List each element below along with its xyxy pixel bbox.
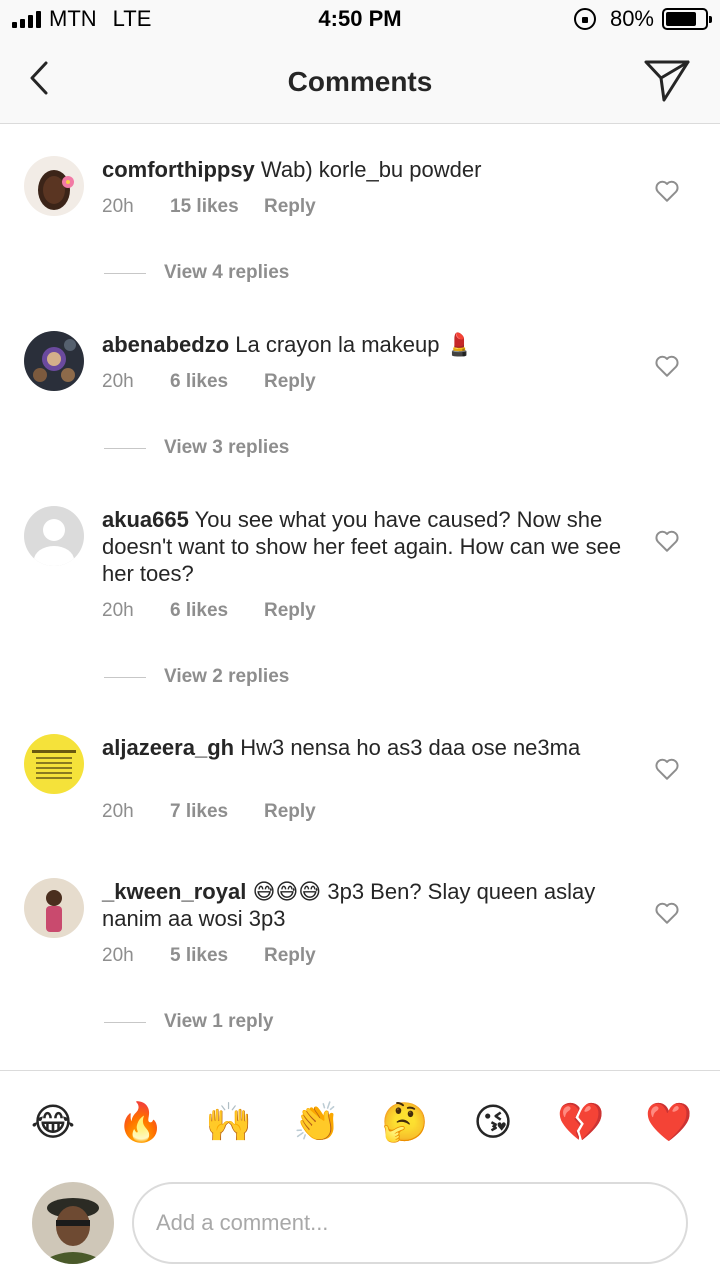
emoji-thinking-button[interactable]: 🤔: [380, 1101, 430, 1145]
view-replies-button[interactable]: View 2 replies: [104, 666, 289, 688]
avatar[interactable]: [24, 878, 84, 938]
emoji-heart-button[interactable]: ❤️: [644, 1101, 694, 1145]
reply-button[interactable]: Reply: [264, 600, 316, 622]
emoji-kiss-button[interactable]: 😘: [468, 1101, 518, 1145]
nav-bar: Comments: [0, 40, 720, 124]
emoji-raised-hands-button[interactable]: 🙌: [204, 1101, 254, 1145]
comment-time: 20h: [102, 196, 134, 217]
comment-text: Wab) korle_bu powder: [260, 157, 482, 182]
heart-icon[interactable]: [654, 528, 680, 554]
view-replies-label: View 1 reply: [164, 1011, 274, 1032]
heart-icon[interactable]: [654, 178, 680, 204]
comment-username[interactable]: comforthippsy: [102, 157, 255, 182]
emoji-laughing-button[interactable]: 😂: [28, 1101, 78, 1145]
view-replies-button[interactable]: View 4 replies: [104, 262, 289, 284]
comment-time: 20h: [102, 600, 134, 621]
comment-time: 20h: [102, 945, 134, 966]
page-title: Comments: [287, 66, 433, 97]
emoji-clap-button[interactable]: 👏: [292, 1101, 342, 1145]
avatar[interactable]: [24, 331, 84, 391]
comment-likes[interactable]: 6 likes: [170, 371, 264, 393]
divider-line: [104, 447, 146, 449]
heart-icon[interactable]: [654, 353, 680, 379]
reply-button[interactable]: Reply: [264, 196, 316, 218]
comment-likes[interactable]: 15 likes: [170, 196, 264, 218]
direct-send-icon[interactable]: [642, 54, 692, 104]
status-bar: MTN LTE 4:50 PM 80%: [0, 0, 720, 40]
view-replies-label: View 3 replies: [164, 437, 290, 458]
view-replies-label: View 2 replies: [164, 666, 290, 687]
view-replies-button[interactable]: View 3 replies: [104, 437, 289, 459]
comment-text: Hw3 nensa ho as3 daa ose ne3ma: [240, 735, 581, 760]
comment-username[interactable]: akua665: [102, 507, 189, 532]
divider-line: [104, 272, 146, 274]
heart-icon[interactable]: [654, 900, 680, 926]
current-user-avatar: [32, 1182, 114, 1264]
comment-likes[interactable]: 5 likes: [170, 945, 264, 967]
battery-icon: [662, 8, 712, 30]
divider-line: [104, 676, 146, 678]
avatar[interactable]: [24, 506, 84, 566]
view-replies-label: View 4 replies: [164, 262, 290, 283]
reply-button[interactable]: Reply: [264, 371, 316, 393]
rotation-lock-icon: [573, 8, 596, 30]
comment-username[interactable]: abenabedzo: [102, 332, 229, 357]
reply-button[interactable]: Reply: [264, 945, 316, 967]
comment-username[interactable]: aljazeera_gh: [102, 735, 234, 760]
avatar[interactable]: [24, 734, 84, 794]
view-replies-button[interactable]: View 1 reply: [104, 1011, 274, 1033]
comment-likes[interactable]: 7 likes: [170, 801, 264, 823]
emoji-broken-heart-button[interactable]: 💔: [556, 1101, 606, 1145]
heart-icon[interactable]: [654, 756, 680, 782]
comment-input[interactable]: Add a comment...: [132, 1182, 688, 1264]
emoji-fire-button[interactable]: 🔥: [116, 1101, 166, 1145]
battery-percent: 80%: [609, 6, 654, 31]
avatar[interactable]: [24, 156, 84, 216]
comment-time: 20h: [102, 801, 134, 822]
comment-time: 20h: [102, 371, 134, 392]
reply-button[interactable]: Reply: [264, 801, 316, 823]
emoji-quick-bar: 😂 🔥 🙌 👏 🤔 😘 💔 ❤️: [0, 1070, 720, 1170]
comment-input-placeholder: Add a comment...: [156, 1210, 329, 1235]
comment-likes[interactable]: 6 likes: [170, 600, 264, 622]
comment-username[interactable]: _kween_royal: [102, 879, 246, 904]
divider-line: [104, 1021, 146, 1023]
comment-text: La crayon la makeup 💄: [235, 332, 474, 357]
